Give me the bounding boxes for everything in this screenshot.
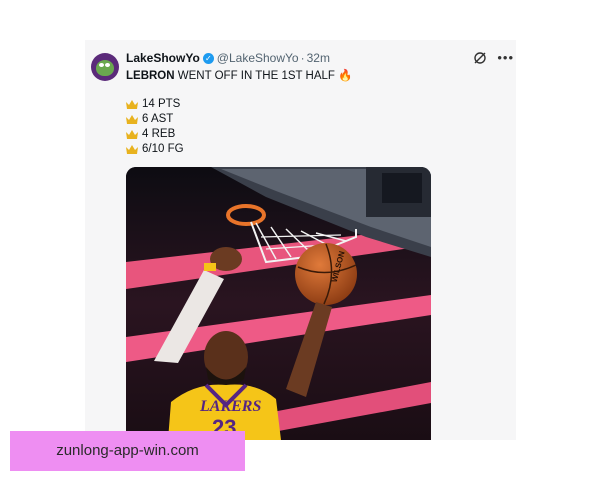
stat-line: 4 REB bbox=[126, 127, 175, 141]
fire-emoji: 🔥 bbox=[338, 70, 353, 82]
tweet-text: LEBRON WENT OFF IN THE 1ST HALF 🔥 bbox=[126, 70, 353, 82]
tweet-header: LakeShowYo ✓ @LakeShowYo · 32m bbox=[126, 51, 330, 66]
avatar[interactable] bbox=[91, 53, 119, 81]
dunk-photo-illustration: LAKERS 23 WILSON bbox=[126, 167, 431, 440]
watermark-banner: zunlong-app-win.com bbox=[10, 431, 245, 471]
stat-line: 14 PTS bbox=[126, 97, 180, 111]
screenshot-stage: LakeShowYo ✓ @LakeShowYo · 32m ••• LEBRO… bbox=[0, 0, 600, 480]
jersey-lettering: LAKERS bbox=[199, 398, 261, 415]
grok-icon[interactable] bbox=[473, 51, 487, 65]
user-handle[interactable]: @LakeShowYo bbox=[217, 51, 299, 66]
tweet-photo[interactable]: LAKERS 23 WILSON bbox=[126, 167, 431, 440]
display-name[interactable]: LakeShowYo bbox=[126, 51, 200, 66]
crown-icon bbox=[126, 129, 138, 139]
header-separator: · bbox=[300, 51, 305, 65]
tweet-card[interactable]: LakeShowYo ✓ @LakeShowYo · 32m ••• LEBRO… bbox=[85, 40, 516, 440]
frog-avatar-icon bbox=[96, 60, 114, 76]
stat-line: 6 AST bbox=[126, 112, 173, 126]
verified-badge-icon: ✓ bbox=[202, 53, 214, 64]
post-time[interactable]: 32m bbox=[307, 51, 330, 66]
tweet-actions-top: ••• bbox=[473, 51, 514, 65]
crown-icon bbox=[126, 144, 138, 154]
crown-icon bbox=[126, 114, 138, 124]
crown-icon bbox=[126, 99, 138, 109]
stat-line: 6/10 FG bbox=[126, 142, 184, 156]
more-icon[interactable]: ••• bbox=[497, 51, 514, 65]
